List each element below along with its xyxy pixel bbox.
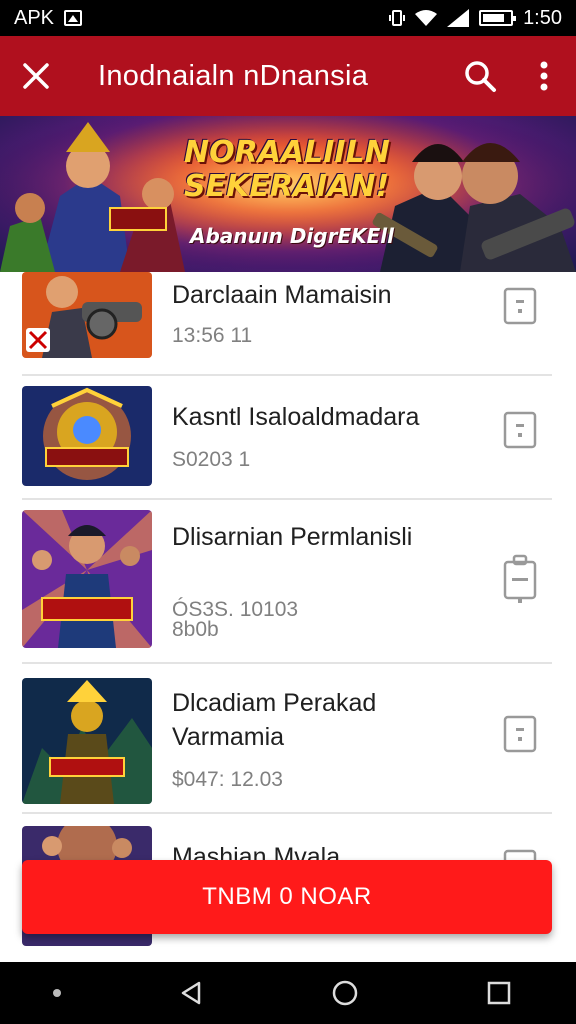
list-item[interactable]: Dlisarnian Permlanisli ÓS3S. 10103 8b0b — [0, 500, 576, 662]
signal-icon — [447, 9, 470, 27]
game-thumbnail-art — [22, 386, 152, 486]
image-icon — [64, 10, 83, 26]
game-thumbnail-art — [22, 272, 152, 358]
vibrate-icon — [389, 10, 406, 26]
nav-home-button[interactable] — [315, 968, 375, 1018]
item-name: Kasntl Isaloaldmadara — [172, 403, 420, 431]
item-meta: $047: 12.03 — [172, 768, 283, 791]
list-item[interactable]: Kasntl Isaloaldmadara S0203 1 — [0, 376, 576, 500]
game-thumbnail — [22, 510, 152, 648]
dot-icon — [53, 989, 61, 997]
clipboard-icon — [503, 554, 537, 603]
game-thumbnail — [22, 386, 152, 486]
game-thumbnail-art — [22, 510, 152, 648]
search-button[interactable] — [448, 36, 512, 116]
primary-action-button[interactable]: TNBM 0 NOAR — [22, 860, 552, 934]
item-menu-button[interactable] — [502, 554, 538, 604]
close-button[interactable] — [0, 36, 72, 116]
close-icon — [23, 63, 49, 89]
item-menu-button[interactable] — [502, 410, 538, 450]
nav-recents-button[interactable] — [469, 968, 529, 1018]
banner-subtitle: Abanuın DigrEKEll — [190, 224, 394, 248]
item-meta: S0203 1 — [172, 448, 251, 471]
wifi-icon — [415, 10, 438, 26]
item-name: Darclaain Mamaisin — [172, 281, 392, 309]
promo-banner[interactable]: NORAALIILN SEKERAIAN! Abanuın DigrEKEll — [0, 116, 576, 272]
system-nav-bar — [0, 962, 576, 1024]
list-item[interactable]: Dlcadiam Perakad Varmamia $047: 12.03 — [0, 664, 576, 812]
item-name: Dlcadiam Perakad Varmamia — [172, 689, 377, 751]
search-icon — [465, 61, 496, 92]
game-thumbnail-art — [22, 678, 152, 804]
apk-label: APK — [14, 6, 55, 29]
status-right: 1:50 — [389, 7, 562, 30]
nav-dot — [47, 968, 67, 1018]
item-menu-button[interactable] — [502, 714, 538, 754]
game-thumbnail — [22, 272, 152, 358]
more-vert-icon — [540, 61, 548, 91]
item-name: Dlisarnian Permlanisli — [172, 523, 413, 551]
document-icon — [503, 715, 537, 753]
app-bar: Inodnaialn nDnansia — [0, 36, 576, 116]
more-options-button[interactable] — [512, 36, 576, 116]
home-icon — [332, 980, 358, 1006]
item-meta: 13:56 11 — [172, 324, 253, 347]
status-left: APK — [14, 6, 83, 30]
status-time: 1:50 — [523, 6, 562, 29]
list-item[interactable]: Darclaain Mamaisin 13:56 11 — [0, 272, 576, 374]
game-list: Darclaain Mamaisin 13:56 11 Kasntl Isalo… — [0, 272, 576, 962]
back-icon — [181, 981, 201, 1005]
banner-title: NORAALIILN SEKERAIAN! — [184, 135, 390, 204]
game-thumbnail — [22, 678, 152, 804]
status-bar: APK 1:50 — [0, 0, 576, 36]
nav-back-button[interactable] — [161, 968, 221, 1018]
item-menu-button[interactable] — [502, 286, 538, 326]
item-meta: ÓS3S. 10103 8b0b — [172, 598, 299, 641]
document-icon — [503, 287, 537, 325]
app-title: Inodnaialn nDnansia — [98, 59, 369, 92]
document-icon — [503, 411, 537, 449]
recents-icon — [487, 981, 511, 1005]
primary-action-label: TNBM 0 NOAR — [202, 883, 372, 910]
battery-icon — [479, 10, 517, 26]
